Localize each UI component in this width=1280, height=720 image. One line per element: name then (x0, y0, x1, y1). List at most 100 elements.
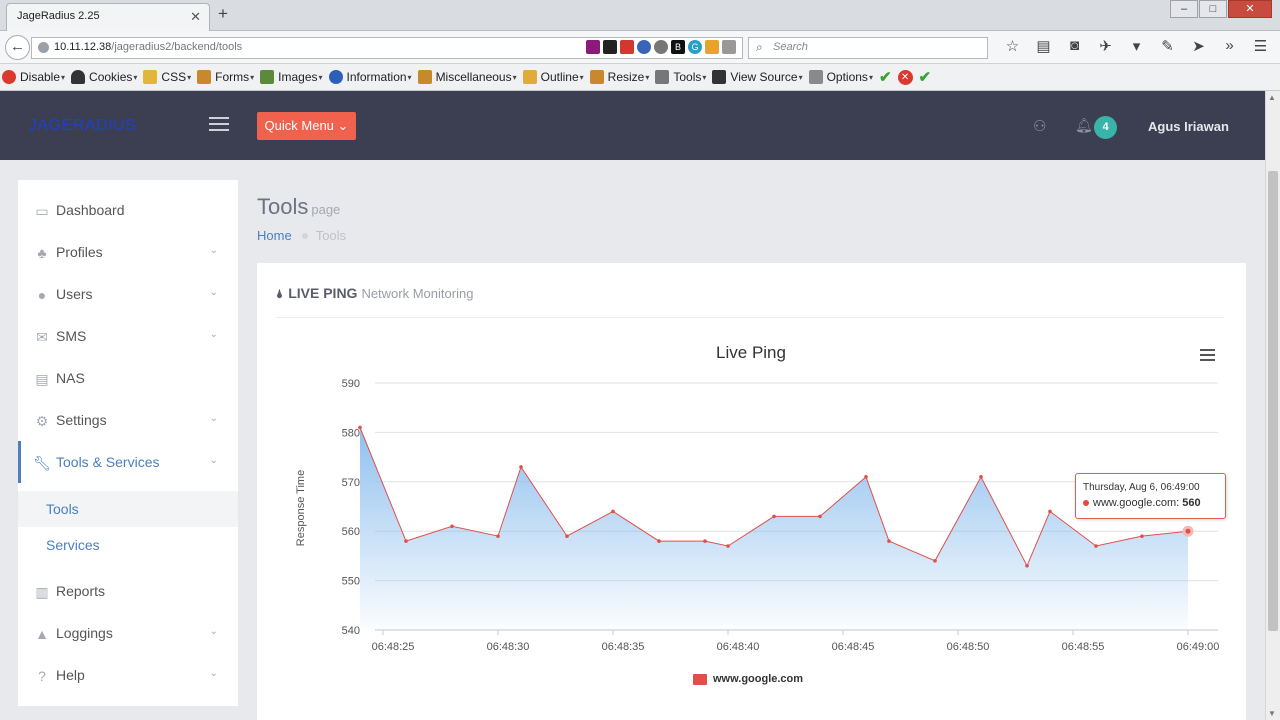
sitemap-icon: ♣ (37, 244, 47, 261)
app-logo[interactable]: JAGERADIUS (29, 117, 136, 135)
user-name[interactable]: Agus Iriawan (1148, 119, 1229, 134)
data-point[interactable] (703, 539, 707, 543)
dropdown-icon[interactable]: ▾ (1121, 37, 1152, 55)
toolbar-miscellaneous[interactable]: Miscellaneous ▾ (417, 70, 517, 84)
pocket-icon[interactable]: ◙ (1059, 37, 1090, 55)
data-point[interactable] (657, 539, 661, 543)
url-bar[interactable]: 10.11.12.38/jageradius2/backend/tools B … (31, 37, 743, 59)
shield-icon[interactable] (705, 40, 719, 54)
y-axis-label: Response Time (295, 470, 307, 546)
data-point[interactable] (496, 534, 500, 538)
envelope-icon: ✉ (36, 328, 48, 345)
bookmark-star-icon[interactable]: ☆ (997, 37, 1028, 55)
overflow-icon[interactable]: » (1214, 37, 1245, 55)
sidebar-subitem-services[interactable]: Services (18, 527, 238, 563)
user-icon[interactable]: ⚇ (1033, 117, 1049, 135)
data-point[interactable] (1140, 534, 1144, 538)
sidebar-item-settings[interactable]: ⚙ Settings ⌄ (18, 399, 238, 441)
data-point[interactable] (404, 539, 408, 543)
toolbar-tools[interactable]: Tools ▾ (655, 70, 706, 84)
sidebar-item-profiles[interactable]: ♣ Profiles ⌄ (18, 231, 238, 273)
toolbar-options[interactable]: Options ▾ (808, 70, 873, 84)
check-icon[interactable]: ✔ (879, 68, 892, 86)
app-header: JAGERADIUS Quick Menu ⌄ ⚇ 🔔︎ 4 Agus Iria… (0, 91, 1265, 160)
page-scrollbar[interactable]: ▲ ▼ (1265, 91, 1280, 720)
browser-tab[interactable]: JageRadius 2.25 ✕ (6, 3, 210, 31)
maximize-icon[interactable]: □ (1199, 0, 1227, 18)
chart-menu-icon[interactable] (1200, 349, 1215, 361)
tab-close-icon[interactable]: ✕ (190, 9, 201, 25)
browser-menu-icon[interactable]: ☰ (1245, 37, 1276, 55)
sidebar-item-help[interactable]: ? Help ⌄ (18, 654, 238, 696)
minimize-icon[interactable]: – (1170, 0, 1198, 18)
flag-icon[interactable] (603, 40, 617, 54)
toolbar-resize[interactable]: Resize ▾ (589, 70, 649, 84)
data-point[interactable] (933, 559, 937, 563)
sidebar-item-nas[interactable]: ▤ NAS (18, 357, 238, 399)
firebug-icon[interactable] (620, 40, 634, 54)
sidebar-item-sms[interactable]: ✉ SMS ⌄ (18, 315, 238, 357)
data-point[interactable] (1048, 509, 1052, 514)
sidebar-item-tools-services[interactable]: 🔧︎ Tools & Services ⌄ (18, 441, 238, 483)
quick-menu-button[interactable]: Quick Menu ⌄ (257, 112, 356, 140)
sidebar-subitem-tools[interactable]: Tools (18, 491, 238, 527)
data-point[interactable] (611, 509, 615, 514)
toolbar-forms[interactable]: Forms ▾ (197, 70, 254, 84)
scrollbar-thumb[interactable] (1268, 171, 1278, 631)
data-point[interactable] (450, 524, 454, 529)
data-point[interactable] (979, 475, 983, 479)
toolbar-information[interactable]: Information ▾ (328, 70, 412, 84)
toolbar-disable[interactable]: Disable ▾ (2, 70, 65, 84)
toolbar-css[interactable]: CSS ▾ (143, 70, 191, 84)
data-point[interactable] (772, 514, 776, 519)
window-controls: – □ ✕ (1169, 0, 1272, 18)
toolbar-outline[interactable]: Outline ▾ (522, 70, 584, 84)
pen-icon[interactable]: ✎ (1152, 37, 1183, 55)
data-point[interactable] (726, 544, 730, 548)
data-point[interactable] (1025, 563, 1029, 568)
wappalyzer-icon[interactable] (637, 40, 651, 54)
chevron-down-icon: ▾ (702, 72, 707, 82)
scroll-up-icon[interactable]: ▲ (1268, 93, 1276, 102)
chart-legend[interactable]: www.google.com (693, 673, 803, 685)
chevron-down-icon: ⌄ (209, 413, 218, 424)
reading-list-icon[interactable]: ▤ (1028, 37, 1059, 55)
data-point[interactable] (1094, 544, 1098, 548)
data-point[interactable] (1182, 525, 1194, 537)
b-extension-icon[interactable]: B (671, 40, 685, 54)
new-tab-icon[interactable]: + (218, 4, 228, 24)
toolbar-images[interactable]: Images ▾ (260, 70, 323, 84)
y-tick-label: 570 (342, 477, 360, 489)
window-close-icon[interactable]: ✕ (1228, 0, 1272, 18)
error-icon[interactable]: ✕ (897, 69, 913, 85)
toolbar-cookies[interactable]: Cookies ▾ (71, 70, 137, 84)
breadcrumb-home[interactable]: Home (257, 228, 292, 243)
send-icon[interactable]: ➤ (1183, 37, 1214, 55)
validate-icon[interactable]: ✔ (919, 68, 932, 86)
notification-badge[interactable]: 4 (1094, 116, 1117, 139)
data-point[interactable] (565, 534, 569, 538)
addon-icon[interactable]: ✈ (1090, 37, 1121, 55)
back-button[interactable]: ← (5, 35, 30, 60)
data-point[interactable] (519, 465, 523, 469)
sidebar-item-users[interactable]: ● Users ⌄ (18, 273, 238, 315)
hamburger-menu-icon[interactable] (209, 117, 229, 131)
extension-icon[interactable] (586, 40, 600, 54)
reload-icon[interactable] (722, 40, 736, 54)
bell-icon[interactable]: 🔔︎ (1075, 117, 1093, 134)
sidebar-item-reports[interactable]: ▥ Reports (18, 570, 238, 612)
chart-tooltip: Thursday, Aug 6, 06:49:00 www.google.com… (1075, 473, 1226, 519)
search-input[interactable]: ⌕ Search (748, 37, 988, 59)
data-point[interactable] (818, 514, 822, 519)
scroll-down-icon[interactable]: ▼ (1268, 709, 1276, 718)
sidebar-item-loggings[interactable]: ▲ Loggings ⌄ (18, 612, 238, 654)
x-tick-label: 06:48:25 (372, 641, 415, 653)
toolbar-view-source[interactable]: View Source ▾ (712, 70, 803, 84)
data-point[interactable] (358, 425, 362, 430)
sidebar: ▭ Dashboard ♣ Profiles ⌄ ● Users ⌄ ✉ SMS ⌄ ▤ NAS… (18, 180, 238, 706)
g-extension-icon[interactable]: G (688, 40, 702, 54)
data-point[interactable] (887, 539, 891, 543)
sidebar-item-dashboard[interactable]: ▭ Dashboard (18, 189, 238, 231)
clock-icon[interactable] (654, 40, 668, 54)
data-point[interactable] (864, 475, 868, 479)
